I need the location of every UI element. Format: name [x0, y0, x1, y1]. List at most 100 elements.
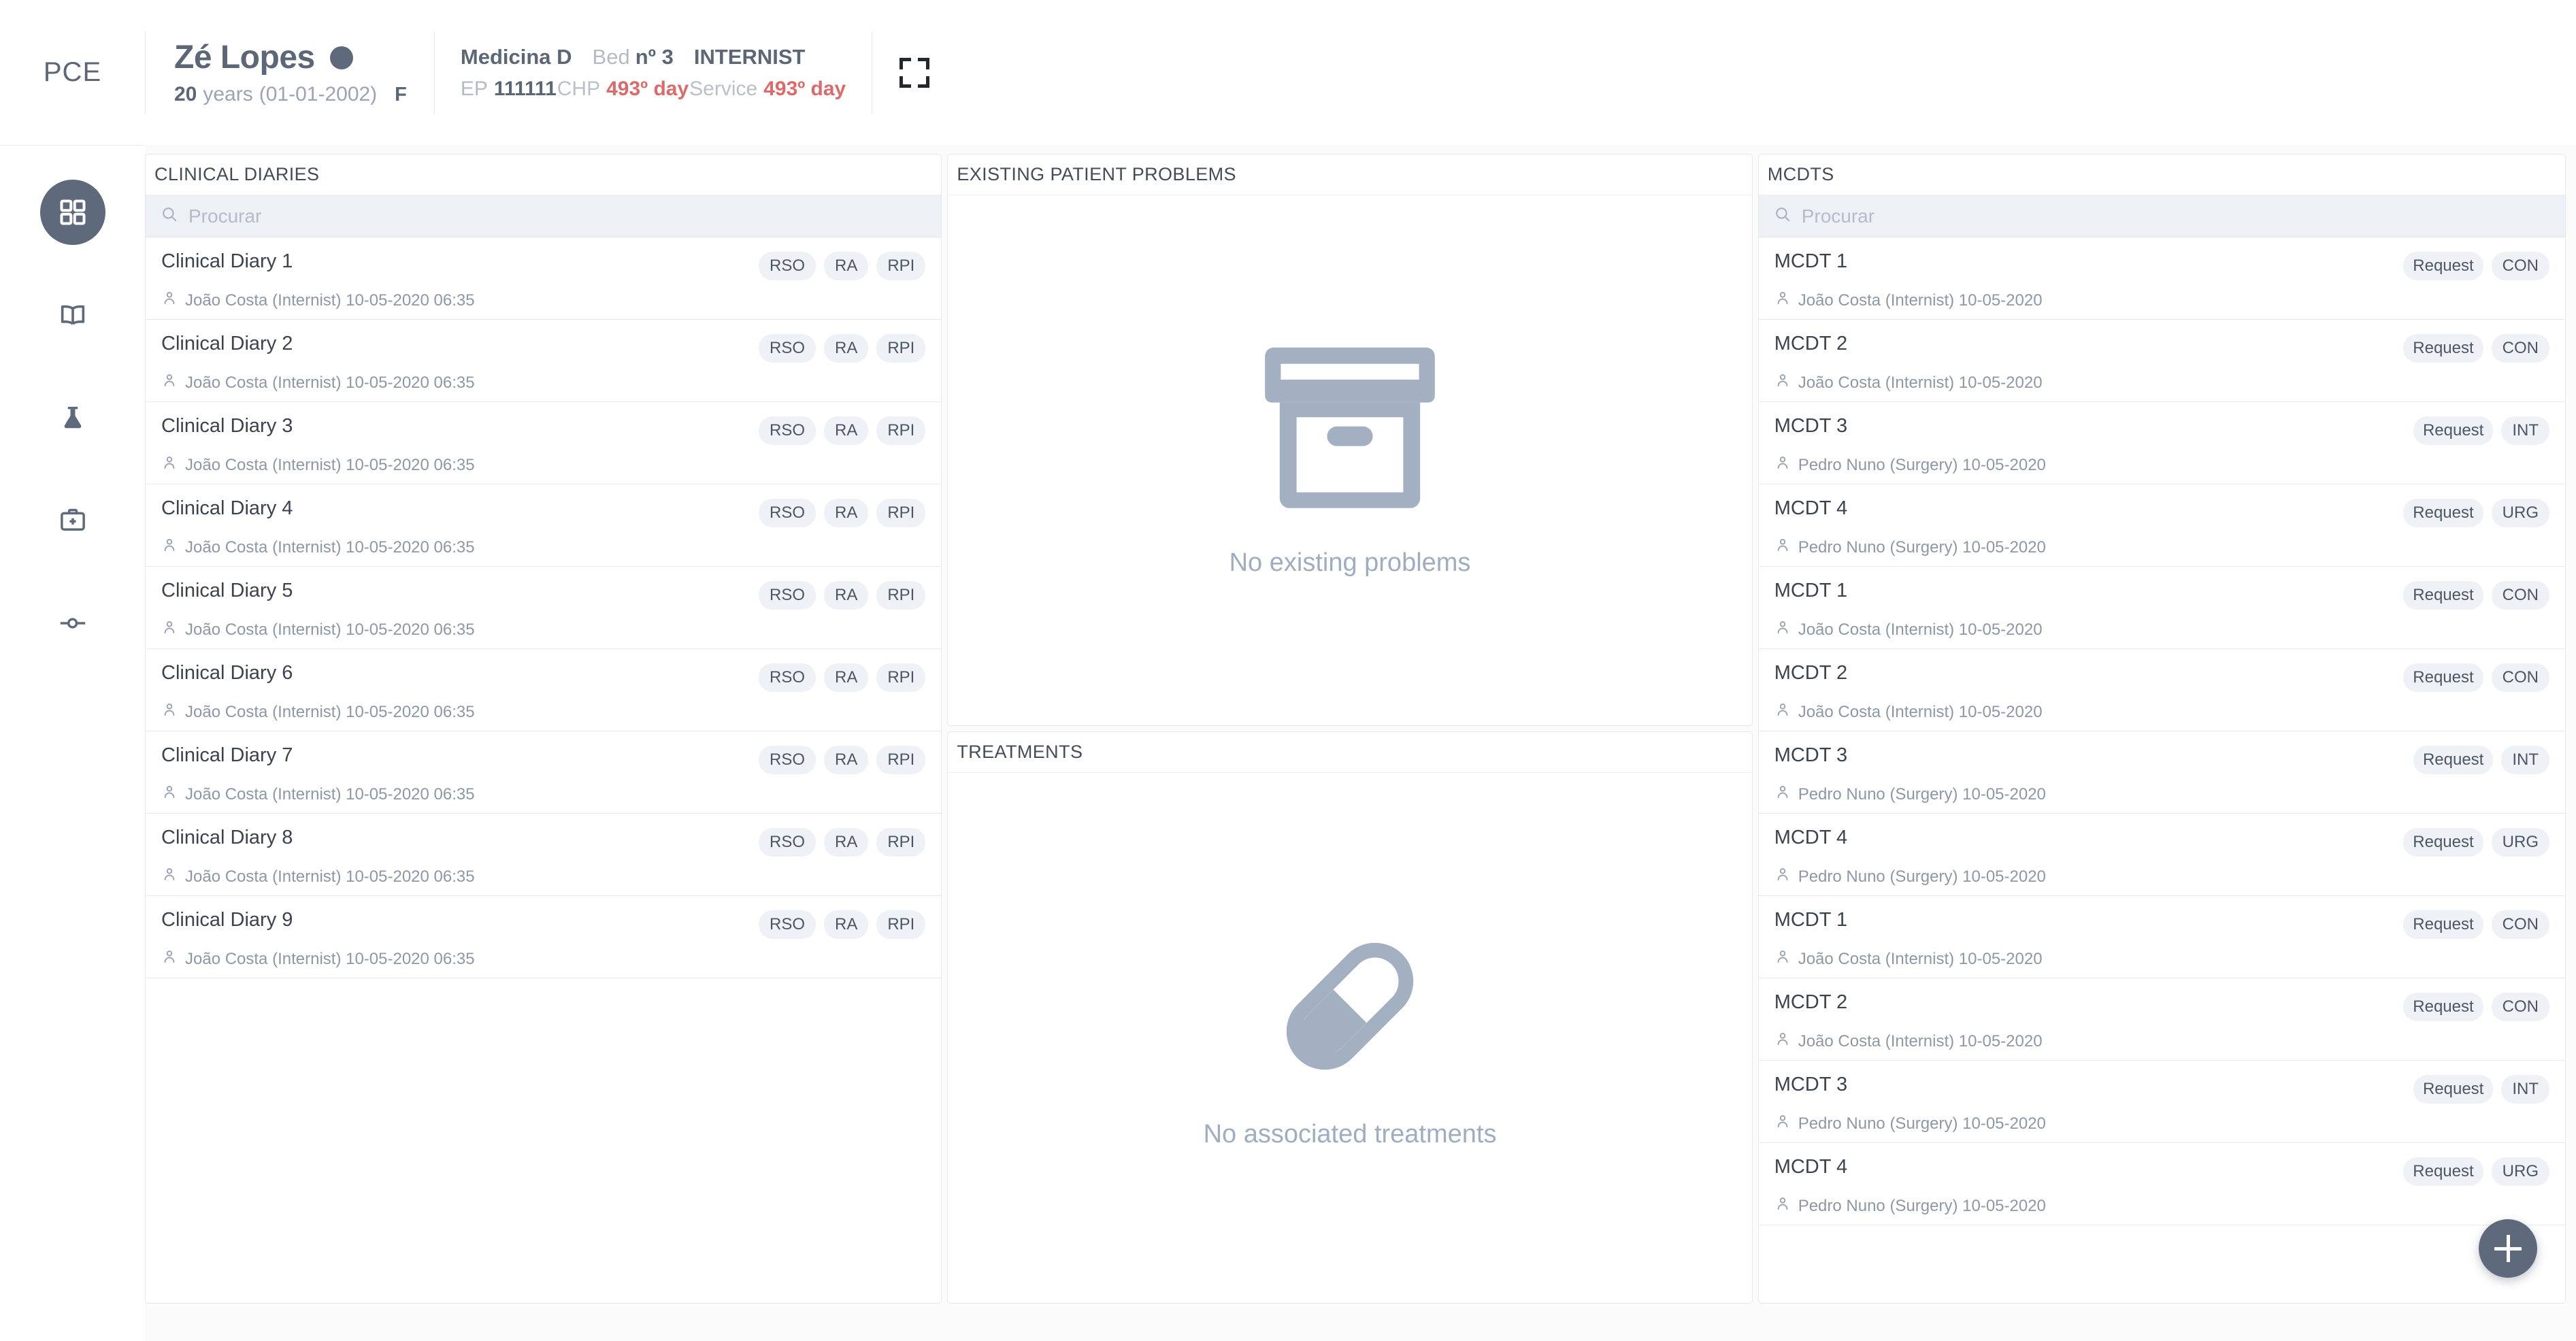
- list-item-author: Pedro Nuno (Surgery) 10-05-2020: [1798, 455, 2046, 474]
- workspace: CLINICAL DIARIES Clinical Diary 1RSORARP…: [145, 145, 2576, 1341]
- tag-urg[interactable]: URG: [2491, 828, 2549, 857]
- list-item[interactable]: Clinical Diary 4 RSO RA RPI João Costa (Inte…: [146, 484, 942, 567]
- tag-ra[interactable]: RA: [824, 910, 869, 939]
- search-input-clinical-diaries[interactable]: [188, 205, 927, 227]
- tag-rso[interactable]: RSO: [758, 746, 816, 774]
- list-item[interactable]: MCDT 1 Request CON João Costa (Internist) 1…: [1758, 896, 2565, 978]
- clinical-diaries-list[interactable]: Clinical Diary 1 RSO RA RPI João Costa (Inte…: [146, 237, 942, 1303]
- tag-rpi[interactable]: RPI: [876, 334, 926, 363]
- tag-rpi[interactable]: RPI: [876, 416, 926, 445]
- list-item[interactable]: Clinical Diary 3 RSO RA RPI João Costa (Inte…: [146, 402, 942, 484]
- list-item-author: Pedro Nuno (Surgery) 10-05-2020: [1798, 1114, 2046, 1133]
- tag-request[interactable]: Request: [2413, 746, 2494, 774]
- tag-request[interactable]: Request: [2413, 1075, 2494, 1104]
- add-button[interactable]: [2479, 1219, 2537, 1278]
- tag-rpi[interactable]: RPI: [876, 663, 926, 692]
- list-item-header: MCDT 4 Request URG: [1774, 1156, 2549, 1186]
- list-item[interactable]: MCDT 4 Request URG Pedro Nuno (Surgery) 10-…: [1758, 814, 2565, 896]
- list-item[interactable]: MCDT 1 Request CON João Costa (Internist) 1…: [1758, 237, 2565, 320]
- tag-rpi[interactable]: RPI: [876, 252, 926, 280]
- person-icon: [161, 866, 178, 887]
- list-item[interactable]: Clinical Diary 7 RSO RA RPI João Costa (Inte…: [146, 731, 942, 814]
- tag-rso[interactable]: RSO: [758, 828, 816, 857]
- tag-rso[interactable]: RSO: [758, 334, 816, 363]
- list-item[interactable]: MCDT 3 Request INT Pedro Nuno (Surgery) 10-…: [1758, 402, 2565, 484]
- tag-ra[interactable]: RA: [824, 416, 869, 445]
- mcdts-list[interactable]: MCDT 1 Request CON João Costa (Internist) 1…: [1758, 237, 2565, 1303]
- tag-rpi[interactable]: RPI: [876, 746, 926, 774]
- tag-con[interactable]: CON: [2491, 663, 2549, 692]
- tag-con[interactable]: CON: [2491, 252, 2549, 280]
- list-item-author: João Costa (Internist) 10-05-2020 06:35: [185, 867, 475, 886]
- tag-rso[interactable]: RSO: [758, 416, 816, 445]
- search-input-mcdts[interactable]: [1801, 205, 2550, 227]
- list-item[interactable]: MCDT 3 Request INT Pedro Nuno (Surgery) 10-…: [1758, 1061, 2565, 1143]
- tag-con[interactable]: CON: [2491, 993, 2549, 1021]
- list-item-header: Clinical Diary 9 RSO RA RPI: [161, 909, 926, 939]
- sidebar-item-timeline[interactable]: [40, 591, 105, 656]
- list-item[interactable]: MCDT 2 Request CON João Costa (Internist) 1…: [1758, 649, 2565, 731]
- tag-request[interactable]: Request: [2403, 1157, 2483, 1186]
- tag-urg[interactable]: URG: [2491, 499, 2549, 527]
- list-item[interactable]: MCDT 4 Request URG Pedro Nuno (Surgery) 10-…: [1758, 484, 2565, 567]
- tag-ra[interactable]: RA: [824, 746, 869, 774]
- list-item-title: Clinical Diary 4: [161, 497, 293, 519]
- sidebar-item-dashboard[interactable]: [39, 180, 105, 245]
- tag-request[interactable]: Request: [2403, 993, 2483, 1021]
- list-item[interactable]: MCDT 4 Request URG Pedro Nuno (Surgery) 10-…: [1758, 1143, 2565, 1225]
- list-item[interactable]: MCDT 3 Request INT Pedro Nuno (Surgery) 10-…: [1758, 731, 2565, 814]
- app-logo[interactable]: PCE: [0, 0, 145, 145]
- tag-con[interactable]: CON: [2491, 581, 2549, 610]
- tag-con[interactable]: CON: [2491, 334, 2549, 363]
- tag-rso[interactable]: RSO: [758, 581, 816, 610]
- tag-request[interactable]: Request: [2403, 499, 2483, 527]
- tag-rpi[interactable]: RPI: [876, 499, 926, 527]
- sidebar-item-labs[interactable]: [40, 385, 105, 450]
- list-item[interactable]: Clinical Diary 5 RSO RA RPI João Costa (Inte…: [146, 567, 942, 649]
- patient-identity-block[interactable]: Zé Lopes 20 years (01-01-2002) F: [146, 31, 434, 114]
- list-item[interactable]: Clinical Diary 2 RSO RA RPI João Costa (Inte…: [146, 320, 942, 402]
- tag-ra[interactable]: RA: [824, 663, 869, 692]
- list-item[interactable]: Clinical Diary 6 RSO RA RPI João Costa (Inte…: [146, 649, 942, 731]
- tag-con[interactable]: CON: [2491, 910, 2549, 939]
- list-item[interactable]: Clinical Diary 8 RSO RA RPI João Costa (Inte…: [146, 814, 942, 896]
- tag-urg[interactable]: URG: [2491, 1157, 2549, 1186]
- tag-ra[interactable]: RA: [824, 828, 869, 857]
- list-item-header: MCDT 4 Request URG: [1774, 497, 2549, 527]
- tag-int[interactable]: INT: [2501, 416, 2549, 445]
- tag-rpi[interactable]: RPI: [876, 828, 926, 857]
- tag-request[interactable]: Request: [2403, 252, 2483, 280]
- person-icon: [1774, 948, 1791, 970]
- tag-rso[interactable]: RSO: [758, 499, 816, 527]
- list-item-author: João Costa (Internist) 10-05-2020 06:35: [185, 373, 475, 392]
- fullscreen-button[interactable]: [872, 31, 957, 114]
- tag-request[interactable]: Request: [2403, 663, 2483, 692]
- tag-int[interactable]: INT: [2501, 1075, 2549, 1104]
- tag-ra[interactable]: RA: [824, 334, 869, 363]
- list-item[interactable]: Clinical Diary 9 RSO RA RPI João Costa (Inte…: [146, 896, 942, 978]
- tag-ra[interactable]: RA: [824, 581, 869, 610]
- tag-rpi[interactable]: RPI: [876, 581, 926, 610]
- sidebar-item-medical-kit[interactable]: [40, 488, 105, 553]
- list-item[interactable]: Clinical Diary 1 RSO RA RPI João Costa (Inte…: [146, 237, 942, 320]
- list-item-author: João Costa (Internist) 10-05-2020 06:35: [185, 291, 475, 310]
- search-bar-mcdts[interactable]: [1758, 195, 2565, 237]
- tag-request[interactable]: Request: [2403, 910, 2483, 939]
- tag-int[interactable]: INT: [2501, 746, 2549, 774]
- search-bar-clinical-diaries[interactable]: [146, 195, 942, 237]
- tag-rso[interactable]: RSO: [758, 252, 816, 280]
- tag-request[interactable]: Request: [2403, 334, 2483, 363]
- tag-ra[interactable]: RA: [824, 499, 869, 527]
- tag-rso[interactable]: RSO: [758, 910, 816, 939]
- tag-request[interactable]: Request: [2403, 828, 2483, 857]
- tag-request[interactable]: Request: [2403, 581, 2483, 610]
- list-item-tags: Request CON: [2403, 909, 2549, 939]
- list-item[interactable]: MCDT 2 Request CON João Costa (Internist) 1…: [1758, 978, 2565, 1061]
- tag-ra[interactable]: RA: [824, 252, 869, 280]
- sidebar-item-notes[interactable]: [40, 282, 105, 348]
- tag-rpi[interactable]: RPI: [876, 910, 926, 939]
- list-item[interactable]: MCDT 2 Request CON João Costa (Internist) 1…: [1758, 320, 2565, 402]
- tag-request[interactable]: Request: [2413, 416, 2494, 445]
- list-item[interactable]: MCDT 1 Request CON João Costa (Internist) 1…: [1758, 567, 2565, 649]
- tag-rso[interactable]: RSO: [758, 663, 816, 692]
